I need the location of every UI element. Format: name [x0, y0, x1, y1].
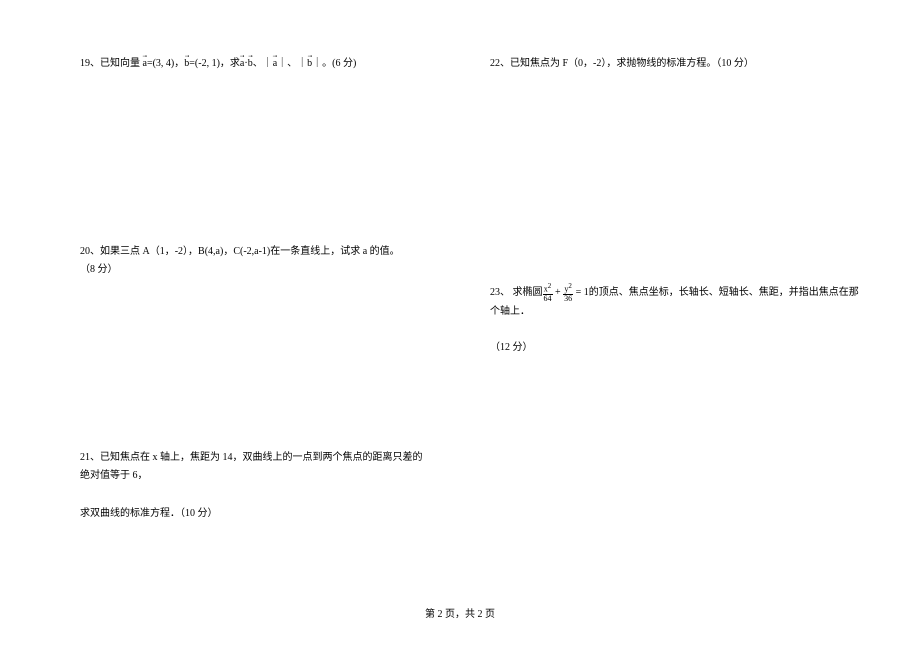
- page-container: 19、已知向量 a⃗=(3, 4)，b⃗=(-2, 1)，求a⃗·b⃗、｜a⃗｜…: [0, 0, 920, 650]
- problem-text: 求椭圆: [510, 287, 543, 298]
- problem-text: ｜、｜: [277, 58, 307, 69]
- problem-text: 求双曲线的标准方程．: [80, 508, 180, 519]
- page-number-text: 第 2 页，共 2 页: [425, 609, 495, 620]
- problem-line: 23、 求椭圆x264 + y236 = 1的顶点、焦点坐标，长轴长、短轴长、焦…: [490, 283, 860, 321]
- vec-letter: b: [184, 58, 189, 69]
- vec-letter: b: [248, 58, 253, 69]
- vector-a: a⃗: [273, 55, 277, 73]
- problem-text: +: [553, 287, 564, 298]
- problem-number: 22、: [490, 58, 510, 69]
- problem-line: （12 分）: [490, 339, 860, 357]
- vector-a: a⃗: [240, 55, 244, 73]
- point-value: (6 分): [332, 58, 356, 69]
- vector-b: b⃗: [184, 55, 189, 73]
- problem-number: 23、: [490, 287, 510, 298]
- page-number: 第 2 页，共 2 页: [0, 605, 920, 620]
- numerator: x2: [543, 283, 553, 295]
- point-value: （10 分）: [716, 58, 754, 69]
- problem-text: 、｜: [253, 58, 273, 69]
- denominator: 64: [543, 295, 553, 303]
- vector-b: b⃗: [248, 55, 253, 73]
- fraction: y236: [563, 283, 573, 303]
- problem-text: =(3, 4)，: [147, 58, 184, 69]
- problem-number: 19、: [80, 58, 100, 69]
- vector-b: b⃗: [307, 55, 312, 73]
- problem-23: 23、 求椭圆x264 + y236 = 1的顶点、焦点坐标，长轴长、短轴长、焦…: [490, 283, 860, 357]
- problem-text: = 1: [573, 287, 589, 298]
- point-value: （10 分）: [180, 508, 218, 519]
- problem-21: 21、已知焦点在 x 轴上，焦距为 14，双曲线上的一点到两个焦点的距离只差的绝…: [80, 449, 430, 523]
- problem-22: 22、已知焦点为 F（0，-2），求抛物线的标准方程。（10 分）: [490, 55, 860, 73]
- problem-19: 19、已知向量 a⃗=(3, 4)，b⃗=(-2, 1)，求a⃗·b⃗、｜a⃗｜…: [80, 55, 430, 73]
- fraction: x264: [543, 283, 553, 303]
- right-column: 22、已知焦点为 F（0，-2），求抛物线的标准方程。（10 分） 23、 求椭…: [460, 0, 920, 650]
- vec-letter: a: [273, 58, 277, 69]
- problem-number: 20、: [80, 246, 100, 257]
- problem-20: 20、如果三点 A（1，-2），B(4,a)，C(-2,a-1)在一条直线上，试…: [80, 243, 430, 279]
- problem-text: 如果三点 A（1，-2），B(4,a)，C(-2,a-1)在一条直线上，试求 a…: [100, 246, 400, 257]
- exponent: 2: [548, 282, 552, 290]
- problem-text: =(-2, 1)，求: [189, 58, 240, 69]
- vec-letter: b: [307, 58, 312, 69]
- point-value: （12 分）: [490, 342, 533, 353]
- left-column: 19、已知向量 a⃗=(3, 4)，b⃗=(-2, 1)，求a⃗·b⃗、｜a⃗｜…: [0, 0, 460, 650]
- numerator: y2: [563, 283, 573, 295]
- vec-letter: a: [143, 58, 147, 69]
- problem-line: 求双曲线的标准方程．（10 分）: [80, 505, 430, 523]
- problem-text: 已知焦点在 x 轴上，焦距为 14，双曲线上的一点到两个焦点的距离只差的绝对值等…: [80, 452, 423, 481]
- problem-text: 已知焦点为 F（0，-2），求抛物线的标准方程。: [510, 58, 716, 69]
- vector-a: a⃗: [143, 55, 147, 73]
- problem-text: 已知向量: [100, 58, 143, 69]
- vec-letter: a: [240, 58, 244, 69]
- problem-line: 21、已知焦点在 x 轴上，焦距为 14，双曲线上的一点到两个焦点的距离只差的绝…: [80, 449, 430, 485]
- problem-text: ｜。: [312, 58, 332, 69]
- problem-number: 21、: [80, 452, 100, 463]
- exponent: 2: [568, 282, 572, 290]
- point-value: （8 分）: [80, 264, 118, 275]
- denominator: 36: [563, 295, 573, 303]
